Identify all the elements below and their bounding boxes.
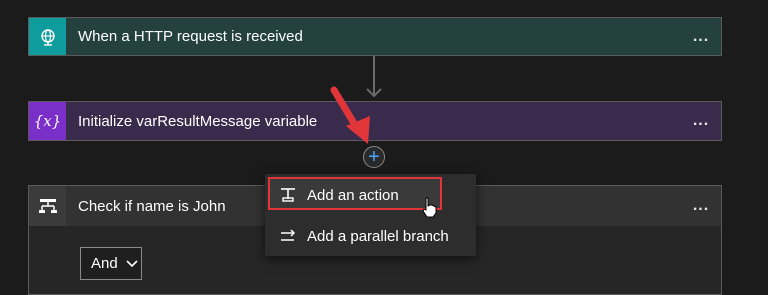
menu-item-add-action[interactable]: Add an action <box>265 177 476 213</box>
operator-dropdown[interactable]: And <box>80 247 142 280</box>
add-action-icon <box>271 187 305 203</box>
menu-item-label: Add an action <box>307 186 399 204</box>
operator-value: And <box>91 255 118 272</box>
add-step-button[interactable]: + <box>363 146 385 168</box>
initialize-variable-card[interactable]: {x} Initialize varResultMessage variable… <box>28 101 722 141</box>
trigger-title: When a HTTP request is received <box>78 28 303 45</box>
more-options-icon[interactable]: ... <box>681 18 721 55</box>
variable-icon: {x} <box>29 102 66 140</box>
hand-cursor-icon <box>422 197 437 218</box>
more-options-icon[interactable]: ... <box>681 186 721 226</box>
more-options-icon[interactable]: ... <box>681 102 721 140</box>
chevron-down-icon <box>126 259 138 267</box>
http-trigger-card[interactable]: When a HTTP request is received ... <box>28 17 722 56</box>
condition-icon <box>29 186 66 226</box>
annotation-arrow-icon <box>330 86 370 144</box>
globe-icon <box>29 18 66 55</box>
menu-item-label: Add a parallel branch <box>307 227 449 245</box>
parallel-branch-icon <box>271 229 305 243</box>
menu-item-add-parallel-branch[interactable]: Add a parallel branch <box>265 218 476 254</box>
insert-step-menu: Add an action Add a parallel branch <box>265 174 476 256</box>
